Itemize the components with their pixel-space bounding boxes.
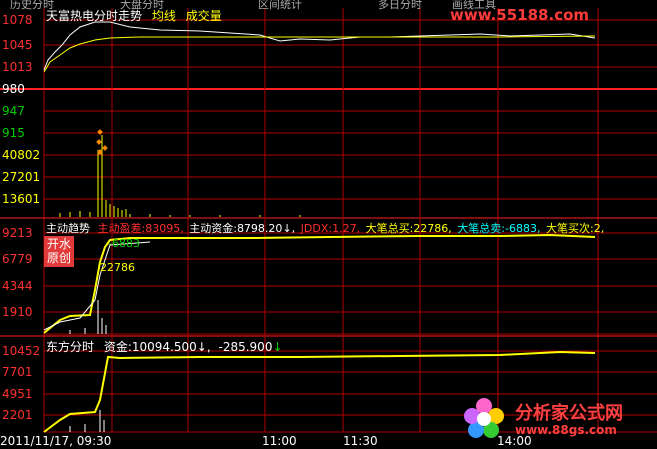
volume-tick-2: 27201 (2, 170, 41, 184)
fund-label: 资金: (103, 340, 132, 354)
price-tick-2: 1045 (2, 38, 33, 52)
fund-tick-1: 10452 (2, 344, 41, 358)
buy-diff-value: 83095, (145, 222, 184, 235)
toolbar-item-multiday[interactable]: 多日分时 (378, 0, 422, 12)
big-count-value: 2, (593, 222, 605, 235)
volume-tick-3: 13601 (2, 192, 41, 206)
price-tick-3: 1013 (2, 60, 33, 74)
sell-annotation: -6883 (108, 237, 140, 250)
time-label-start: 2011/11/17, 09:30 (0, 434, 112, 448)
panel1-title-row: 天富热电分时走势 均线 成交量 (46, 7, 222, 24)
volume-tick-1: 40802 (2, 148, 41, 162)
volume-label: 成交量 (185, 9, 222, 23)
buy-diff-label: 主动盈差: (97, 222, 146, 235)
panel2-title: 主动趋势 (46, 222, 90, 235)
panel1-title: 天富热电分时走势 (46, 9, 143, 23)
panel2-title-row: 主动趋势 主动盈差:83095, 主动资金:8798.20↓, JDDX:1.2… (46, 222, 605, 235)
watermark-flower-icon (462, 396, 506, 440)
panel3-title: 东方分时 (46, 340, 95, 354)
active-fund-value: 8798.20 (236, 222, 283, 235)
panel3-title-row: 东方分时 资金:10094.500↓, -285.900↓ (46, 340, 283, 354)
time-label-1130: 11:30 (343, 434, 378, 448)
ddx-label: JDDX: (300, 222, 333, 235)
watermark-title: 分析家公式网 (515, 403, 623, 424)
big-sell-value: -6883, (505, 222, 541, 235)
marker-diamond-1 (96, 139, 102, 145)
watermark-url: www.88gs.com (515, 423, 617, 437)
site-logo-url: www.55188.com (450, 6, 590, 24)
original-badge: 开水 原创 (44, 236, 74, 267)
time-label-1100: 11:00 (262, 434, 297, 448)
fund-value: 10094.500 (131, 340, 197, 354)
price-tick-5: 947 (2, 104, 25, 118)
fund-line (43, 350, 596, 433)
price-tick-6: 915 (2, 126, 25, 140)
marker-diamond-0 (97, 129, 103, 135)
badge-line-1: 开水 (46, 237, 71, 251)
trend-tick-3: 4344 (2, 279, 33, 293)
badge-line-2: 原创 (46, 251, 71, 265)
ddx-value: 1.27, (332, 222, 361, 235)
big-sell-label: 大笔总卖: (457, 222, 506, 235)
fund-tick-4: 2201 (2, 408, 33, 422)
fund-tick-2: 7701 (2, 365, 33, 379)
trend-tick-1: 9213 (2, 226, 33, 240)
price-tick-4: 980 (2, 82, 25, 96)
price-tick-1: 1078 (2, 13, 33, 27)
big-buy-value: 22786, (413, 222, 452, 235)
big-count-label: 大笔买次: (546, 222, 594, 235)
trend-tick-2: 6779 (2, 252, 33, 266)
big-buy-label: 大笔总买: (365, 222, 414, 235)
buy-annotation: 22786 (100, 261, 135, 274)
fund-delta: -285.900 (218, 340, 273, 354)
avg-line-label: 均线 (151, 9, 176, 23)
trend-tick-4: 1910 (2, 305, 33, 319)
price-line (43, 21, 596, 71)
fund-tick-3: 4951 (2, 387, 33, 401)
marker-diamond-2 (102, 145, 108, 151)
toolbar-item-range[interactable]: 区间统计 (258, 0, 302, 12)
active-fund-label: 主动资金: (189, 222, 237, 235)
